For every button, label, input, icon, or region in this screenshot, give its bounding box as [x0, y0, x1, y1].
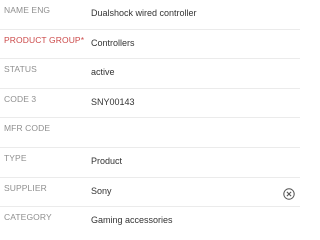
field-label: CODE 3	[4, 93, 37, 104]
field-label: NAME ENG	[4, 5, 51, 15]
field-label: MFR CODE	[4, 123, 51, 134]
name-eng-input[interactable]: Dualshock wired controller	[91, 8, 272, 18]
category-select[interactable]: Gaming accessories	[91, 215, 272, 225]
field-code-3: CODE 3 SNY00143	[0, 89, 300, 119]
field-mfr-code: MFR CODE	[0, 118, 300, 148]
product-details-form: NAME ENG Dualshock wired controller PROD…	[0, 0, 300, 237]
field-label-required: PRODUCT GROUP*	[4, 34, 85, 45]
supplier-select[interactable]: Sony	[91, 186, 272, 196]
field-label: TYPE	[4, 152, 27, 163]
field-name-eng: NAME ENG Dualshock wired controller	[0, 0, 300, 30]
field-label: SUPPLIER	[4, 182, 47, 193]
field-label: CATEGORY	[4, 212, 52, 223]
type-select[interactable]: Product	[91, 156, 272, 166]
field-label: STATUS	[4, 64, 37, 75]
field-type: TYPE Product	[0, 148, 300, 178]
close-circle-icon[interactable]	[283, 187, 295, 200]
field-supplier: SUPPLIER Sony	[0, 178, 300, 208]
code-3-input[interactable]: SNY00143	[91, 97, 272, 107]
field-product-group: PRODUCT GROUP* Controllers	[0, 30, 300, 60]
field-status: STATUS active	[0, 59, 300, 89]
product-group-select[interactable]: Controllers	[91, 38, 272, 48]
status-select[interactable]: active	[91, 67, 272, 77]
field-category: CATEGORY Gaming accessories	[0, 207, 300, 237]
